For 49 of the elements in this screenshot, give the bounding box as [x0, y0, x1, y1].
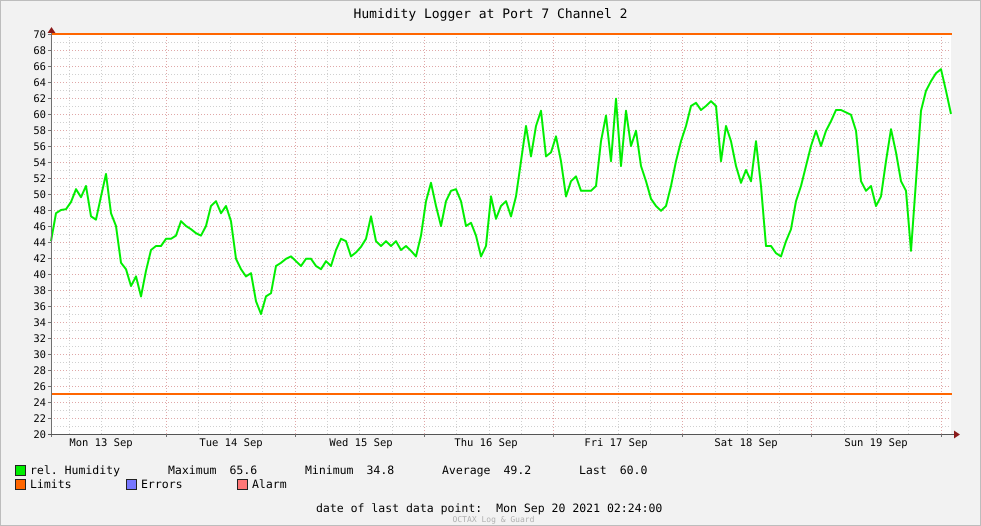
y-axis-label: 62 — [33, 93, 46, 105]
y-axis-label: 42 — [33, 253, 46, 265]
y-axis-label: 40 — [33, 269, 46, 281]
y-axis-label: 30 — [33, 349, 46, 361]
y-axis-label: 22 — [33, 413, 46, 425]
stat-value: 65.6 — [229, 464, 258, 476]
legend-label: rel. Humidity — [30, 464, 120, 476]
y-axis-label: 32 — [33, 333, 46, 345]
last-data-timestamp: Mon Sep 20 2021 02:24:00 — [496, 502, 662, 515]
y-axis-label: 44 — [33, 237, 46, 249]
legend-label: Alarm — [252, 478, 287, 490]
y-axis-label: 56 — [33, 141, 46, 153]
y-axis-label: 68 — [33, 45, 46, 57]
y-axis-label: 54 — [33, 157, 46, 169]
y-axis-label: 50 — [33, 189, 46, 201]
y-axis-label: 28 — [33, 365, 46, 377]
stat-value: 34.8 — [366, 464, 394, 476]
y-axis-label: 60 — [33, 109, 46, 121]
stat-value: 60.0 — [620, 464, 648, 476]
x-axis-label: Wed 15 Sep — [329, 437, 393, 449]
x-axis-label: Fri 17 Sep — [584, 437, 648, 449]
x-axis-label: Sun 19 Sep — [844, 437, 908, 449]
y-axis-label: 46 — [33, 221, 46, 233]
x-axis-label: Mon 13 Sep — [69, 437, 133, 449]
y-axis-label: 36 — [33, 301, 46, 313]
y-axis-label: 24 — [33, 397, 46, 409]
y-axis-label: 34 — [33, 317, 46, 329]
y-axis-label: 66 — [33, 61, 46, 73]
legend-label: Limits — [30, 478, 72, 490]
chart-title: Humidity Logger at Port 7 Channel 2 — [354, 6, 628, 24]
y-axis-label: 48 — [33, 205, 46, 217]
y-axis-label: 52 — [33, 173, 46, 185]
stat-label: Maximum — [168, 464, 216, 476]
y-axis-label: 38 — [33, 285, 46, 297]
stat-label: Average — [442, 464, 490, 476]
stat-label: Last — [579, 464, 607, 476]
x-axis-label: Thu 16 Sep — [454, 437, 518, 449]
credit-text: OCTAX Log & Guard — [452, 515, 534, 525]
y-axis-label: 64 — [33, 77, 46, 89]
footer-label: date of last data point: — [316, 502, 482, 515]
stat-label: Minimum — [305, 464, 354, 476]
y-axis-label: 58 — [33, 125, 46, 137]
y-axis-label: 26 — [33, 381, 46, 393]
y-axis-label: 20 — [33, 429, 46, 441]
y-axis-label: 70 — [33, 29, 46, 41]
stat-value: 49.2 — [503, 464, 532, 476]
x-axis-label: Sat 18 Sep — [714, 437, 778, 449]
x-axis-label: Tue 14 Sep — [199, 437, 263, 449]
legend-label: Errors — [141, 478, 183, 490]
